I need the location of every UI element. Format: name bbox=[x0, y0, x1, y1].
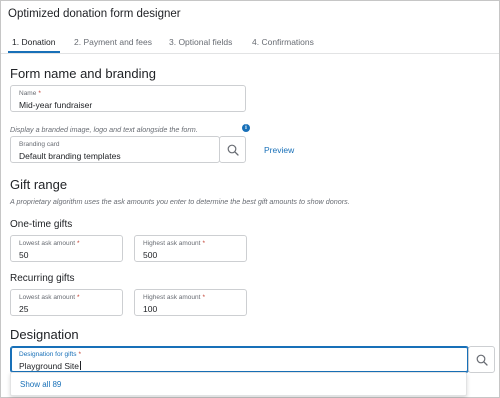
recurring-lowest-value: 25 bbox=[19, 304, 29, 314]
designation-search-button[interactable] bbox=[468, 346, 495, 373]
tab-bar: 1. Donation 2. Payment and fees 3. Optio… bbox=[1, 31, 499, 54]
text-cursor bbox=[80, 361, 82, 370]
active-tab-indicator bbox=[8, 51, 60, 53]
info-icon[interactable]: i bbox=[242, 124, 250, 132]
recurring-highest-label: Highest ask amount * bbox=[143, 294, 205, 301]
designation-field-value: Playground Site bbox=[19, 361, 82, 371]
one-time-lowest-value: 50 bbox=[19, 250, 29, 260]
search-icon bbox=[227, 144, 239, 156]
branding-card-value: Default branding templates bbox=[19, 151, 121, 161]
required-marker: * bbox=[77, 294, 80, 301]
show-all-link[interactable]: Show all 89 bbox=[20, 380, 61, 389]
gift-range-heading: Gift range bbox=[10, 177, 68, 192]
designation-dropdown: Show all 89 bbox=[10, 372, 467, 396]
branding-card-label: Branding card bbox=[19, 141, 60, 148]
recurring-lowest-label: Lowest ask amount * bbox=[19, 294, 80, 301]
branding-help-text: Display a branded image, logo and text a… bbox=[10, 125, 198, 134]
required-marker: * bbox=[202, 240, 205, 247]
recurring-highest-field[interactable]: Highest ask amount * 100 bbox=[134, 289, 247, 316]
gift-range-help-text: A proprietary algorithm uses the ask amo… bbox=[10, 197, 350, 206]
name-field[interactable]: Name * Mid-year fundraiser bbox=[10, 85, 246, 112]
preview-link[interactable]: Preview bbox=[264, 145, 294, 155]
one-time-lowest-field[interactable]: Lowest ask amount * 50 bbox=[10, 235, 123, 262]
one-time-highest-field[interactable]: Highest ask amount * 500 bbox=[134, 235, 247, 262]
one-time-gifts-heading: One-time gifts bbox=[10, 219, 73, 230]
recurring-highest-value: 100 bbox=[143, 304, 158, 314]
tab-payment-and-fees[interactable]: 2. Payment and fees bbox=[74, 37, 152, 47]
tab-confirmations[interactable]: 4. Confirmations bbox=[252, 37, 314, 47]
designation-field[interactable]: Designation for gifts * Playground Site bbox=[10, 346, 469, 373]
branding-card-field[interactable]: Branding card Default branding templates bbox=[10, 136, 220, 163]
window-title: Optimized donation form designer bbox=[8, 8, 181, 20]
recurring-gifts-heading: Recurring gifts bbox=[10, 273, 75, 284]
tab-optional-fields[interactable]: 3. Optional fields bbox=[169, 37, 232, 47]
search-icon bbox=[476, 354, 488, 366]
required-marker: * bbox=[38, 90, 41, 97]
one-time-lowest-label: Lowest ask amount * bbox=[19, 240, 80, 247]
designation-field-label: Designation for gifts * bbox=[19, 351, 81, 358]
branding-heading: Form name and branding bbox=[10, 66, 156, 81]
one-time-highest-value: 500 bbox=[143, 250, 158, 260]
name-field-label: Name * bbox=[19, 90, 41, 97]
required-marker: * bbox=[202, 294, 205, 301]
designation-heading: Designation bbox=[10, 327, 79, 342]
branding-search-button[interactable] bbox=[219, 136, 246, 163]
recurring-lowest-field[interactable]: Lowest ask amount * 25 bbox=[10, 289, 123, 316]
designer-window: Optimized donation form designer 1. Dona… bbox=[0, 0, 500, 398]
required-marker: * bbox=[78, 351, 81, 358]
tab-donation[interactable]: 1. Donation bbox=[12, 37, 55, 47]
title-bar: Optimized donation form designer bbox=[1, 1, 499, 31]
name-field-value: Mid-year fundraiser bbox=[19, 100, 93, 110]
required-marker: * bbox=[77, 240, 80, 247]
one-time-highest-label: Highest ask amount * bbox=[143, 240, 205, 247]
